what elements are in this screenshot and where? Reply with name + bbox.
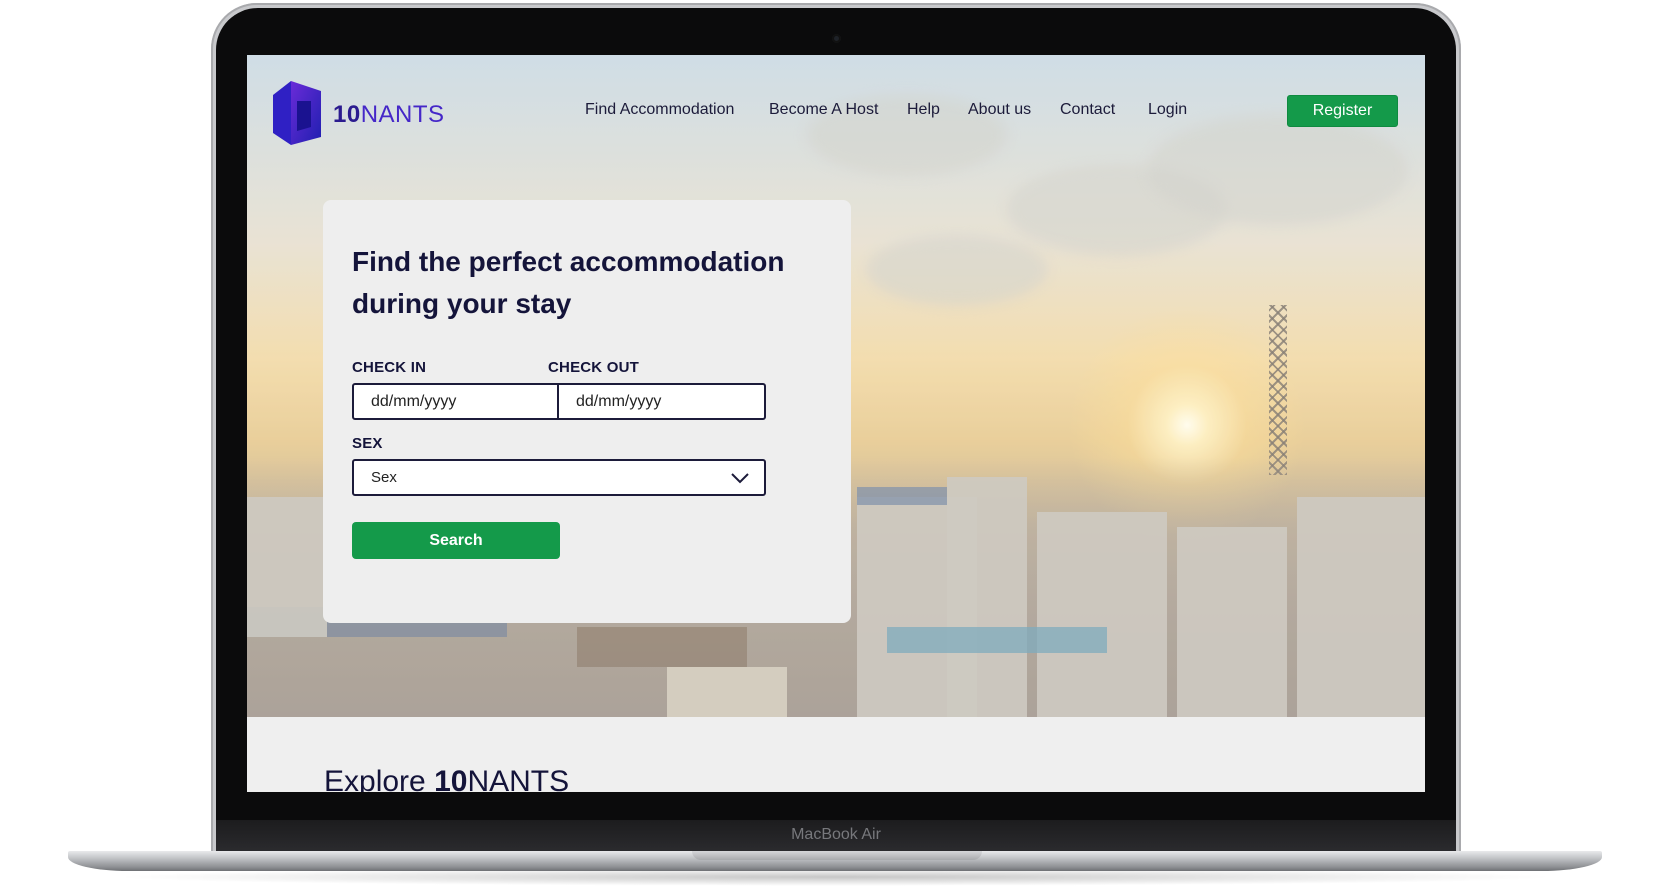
top-navigation: Find Accommodation Become A Host Help Ab… — [247, 101, 1425, 125]
sex-select-value: Sex — [371, 469, 397, 486]
device-label: MacBook Air — [791, 826, 881, 843]
sex-label: SEX — [352, 435, 383, 452]
search-card-title: Find the perfect accommodation during yo… — [352, 246, 785, 319]
check-in-input[interactable]: dd/mm/yyyy — [352, 383, 560, 420]
camera-icon — [832, 34, 841, 43]
nav-contact[interactable]: Contact — [1060, 101, 1115, 119]
nav-help[interactable]: Help — [907, 101, 940, 119]
check-out-input[interactable]: dd/mm/yyyy — [557, 383, 766, 420]
explore-brand-bold: 10 — [434, 765, 468, 792]
explore-prefix: Explore — [324, 765, 435, 792]
explore-heading: Explore 10NANTS — [324, 765, 569, 792]
register-button[interactable]: Register — [1287, 95, 1398, 127]
nav-login[interactable]: Login — [1148, 101, 1187, 119]
sex-select[interactable]: Sex — [352, 459, 766, 496]
nav-become-a-host[interactable]: Become A Host — [769, 101, 878, 119]
laptop-notch — [692, 851, 982, 860]
search-button[interactable]: Search — [352, 522, 560, 559]
screen: 10NANTS Find Accommodation Become A Host… — [247, 55, 1425, 792]
nav-find-accommodation[interactable]: Find Accommodation — [585, 101, 734, 119]
laptop-chin: MacBook Air — [216, 820, 1456, 852]
explore-brand-rest: NANTS — [467, 765, 570, 792]
nav-about-us[interactable]: About us — [968, 101, 1031, 119]
check-in-label: CHECK IN — [352, 359, 427, 376]
check-out-label: CHECK OUT — [548, 359, 639, 376]
chevron-down-icon — [731, 472, 749, 483]
search-card: Find the perfect accommodation during yo… — [323, 200, 851, 623]
